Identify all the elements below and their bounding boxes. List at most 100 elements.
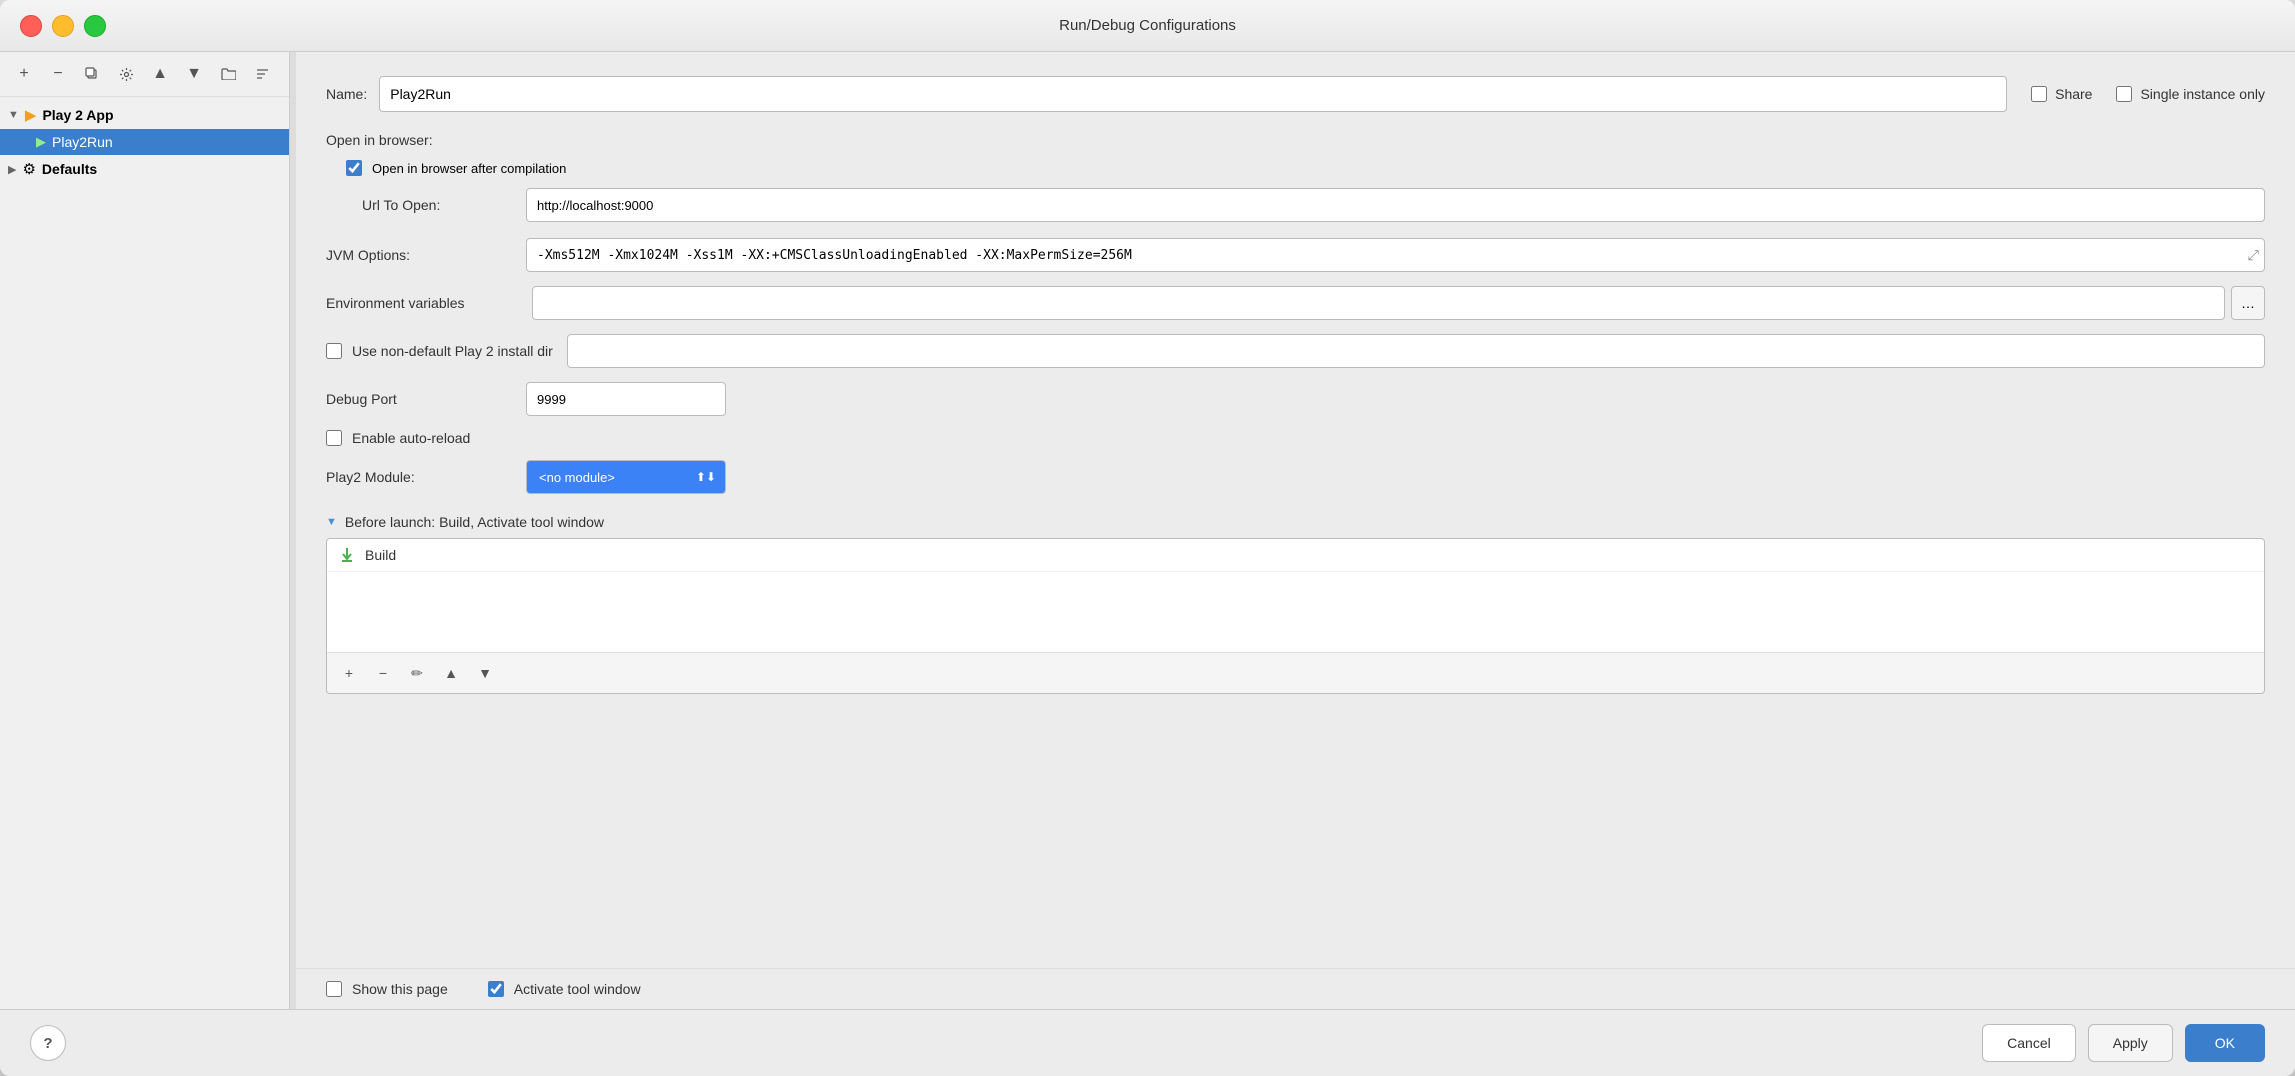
name-row: Name: (326, 76, 2007, 112)
jvm-expand-icon[interactable]: ⤢ (2248, 247, 2259, 264)
autoreload-checkbox[interactable] (326, 430, 342, 446)
open-in-browser-label: Open in browser after compilation (372, 161, 566, 176)
open-in-browser-checkbox[interactable] (346, 160, 362, 176)
module-select[interactable]: <no module> (526, 460, 726, 494)
help-button[interactable]: ? (30, 1025, 66, 1061)
button-group: Cancel Apply OK (1982, 1024, 2265, 1062)
activate-tool-window-checkbox[interactable] (488, 981, 504, 997)
build-icon (339, 547, 355, 563)
env-browse-button[interactable]: … (2231, 286, 2265, 320)
before-launch-arrow-icon[interactable]: ▼ (326, 516, 337, 528)
env-input[interactable] (532, 286, 2225, 320)
before-launch-section: ▼ Before launch: Build, Activate tool wi… (326, 514, 2265, 694)
defaults-icon: ⚙ (22, 160, 35, 178)
autoreload-label: Enable auto-reload (352, 430, 470, 446)
move-up-button[interactable]: ▲ (146, 60, 174, 88)
jvm-label: JVM Options: (326, 247, 526, 263)
debug-port-row: Debug Port (326, 382, 2265, 416)
window: Run/Debug Configurations + − (0, 0, 2295, 1076)
titlebar: Run/Debug Configurations (0, 0, 2295, 52)
non-default-row: Use non-default Play 2 install dir (326, 334, 2265, 368)
maximize-button[interactable] (84, 15, 106, 37)
share-checkbox-item: Share (2031, 86, 2092, 102)
move-down-button[interactable]: ▼ (180, 60, 208, 88)
bl-remove-button[interactable]: − (369, 659, 397, 687)
bl-up-button[interactable]: ▲ (437, 659, 465, 687)
bottom-checkboxes: Show this page Activate tool window (296, 968, 2295, 1009)
sidebar-tree: ▼ ▶ Play 2 App ▶ Play2Run ▶ ⚙ Defaults (0, 97, 289, 1009)
open-browser-check-row: Open in browser after compilation (326, 160, 2265, 176)
header-row: Name: Share Single instance only (326, 76, 2265, 112)
bl-add-button[interactable]: + (335, 659, 363, 687)
sidebar-item-defaults[interactable]: ▶ ⚙ Defaults (0, 155, 289, 183)
cancel-button[interactable]: Cancel (1982, 1024, 2076, 1062)
url-input[interactable] (526, 188, 2265, 222)
debug-port-label: Debug Port (326, 391, 526, 407)
sort-button[interactable] (248, 60, 276, 88)
install-dir-input[interactable] (567, 334, 2265, 368)
settings-config-button[interactable] (112, 60, 140, 88)
close-button[interactable] (20, 15, 42, 37)
sidebar-label-play2run: Play2Run (52, 134, 113, 150)
env-row: Environment variables … (326, 286, 2265, 320)
sidebar-item-play2run[interactable]: ▶ Play2Run (0, 129, 289, 155)
before-launch-list: Build + − ✏ ▲ ▼ (326, 538, 2265, 694)
tree-arrow-defaults: ▶ (8, 163, 16, 176)
autoreload-row: Enable auto-reload (326, 430, 2265, 446)
add-config-button[interactable]: + (10, 60, 38, 88)
name-input[interactable] (379, 76, 2007, 112)
show-page-checkbox[interactable] (326, 981, 342, 997)
bl-down-button[interactable]: ▼ (471, 659, 499, 687)
before-launch-item-label: Build (365, 547, 396, 563)
jvm-row: JVM Options: ⤢ (326, 238, 2265, 272)
show-page-label: Show this page (352, 981, 448, 997)
copy-config-button[interactable] (78, 60, 106, 88)
single-instance-checkbox-item: Single instance only (2116, 86, 2265, 102)
before-launch-header: ▼ Before launch: Build, Activate tool wi… (326, 514, 2265, 530)
dialog-buttons: ? Cancel Apply OK (0, 1009, 2295, 1076)
jvm-input-wrap: ⤢ (526, 238, 2265, 272)
jvm-input[interactable] (526, 238, 2265, 272)
before-launch-toolbar: + − ✏ ▲ ▼ (327, 652, 2264, 693)
header-checkboxes: Share Single instance only (2031, 86, 2265, 102)
module-select-wrapper: <no module> ⬆⬇ (526, 460, 726, 494)
open-in-browser-header: Open in browser: (326, 132, 2265, 148)
open-in-browser-section: Open in browser: Open in browser after c… (326, 132, 2265, 222)
activate-tool-window-checkbox-item: Activate tool window (488, 981, 641, 997)
bl-edit-button[interactable]: ✏ (403, 659, 431, 687)
main-content: + − ▲ ▼ (0, 52, 2295, 1009)
name-label: Name: (326, 86, 367, 102)
sidebar-label-defaults: Defaults (42, 161, 97, 177)
play2app-icon: ▶ (25, 106, 37, 124)
module-row: Play2 Module: <no module> ⬆⬇ (326, 460, 2265, 494)
play2run-icon: ▶ (36, 134, 46, 150)
activate-tool-window-label: Activate tool window (514, 981, 641, 997)
non-default-checkbox[interactable] (326, 343, 342, 359)
window-title: Run/Debug Configurations (1059, 17, 1236, 34)
config-area: Name: Share Single instance only (296, 52, 2295, 968)
remove-config-button[interactable]: − (44, 60, 72, 88)
env-label: Environment variables (326, 295, 526, 311)
non-default-label: Use non-default Play 2 install dir (352, 343, 553, 359)
share-checkbox[interactable] (2031, 86, 2047, 102)
single-instance-checkbox[interactable] (2116, 86, 2132, 102)
single-instance-label: Single instance only (2140, 86, 2265, 102)
tree-arrow-play2app: ▼ (8, 109, 19, 121)
minimize-button[interactable] (52, 15, 74, 37)
folder-button[interactable] (214, 60, 242, 88)
sidebar-label-play2app: Play 2 App (42, 107, 113, 123)
sidebar: + − ▲ ▼ (0, 52, 290, 1009)
url-label: Url To Open: (326, 197, 526, 213)
debug-port-input[interactable] (526, 382, 726, 416)
sidebar-toolbar: + − ▲ ▼ (0, 52, 289, 97)
module-label: Play2 Module: (326, 469, 526, 485)
before-launch-item-build: Build (327, 539, 2264, 572)
ok-button[interactable]: OK (2185, 1024, 2265, 1062)
sidebar-item-play2app[interactable]: ▼ ▶ Play 2 App (0, 101, 289, 129)
apply-button[interactable]: Apply (2088, 1024, 2173, 1062)
share-label: Share (2055, 86, 2092, 102)
url-row: Url To Open: (326, 188, 2265, 222)
traffic-lights (20, 15, 106, 37)
main-panel: Name: Share Single instance only (296, 52, 2295, 1009)
show-page-checkbox-item: Show this page (326, 981, 448, 997)
